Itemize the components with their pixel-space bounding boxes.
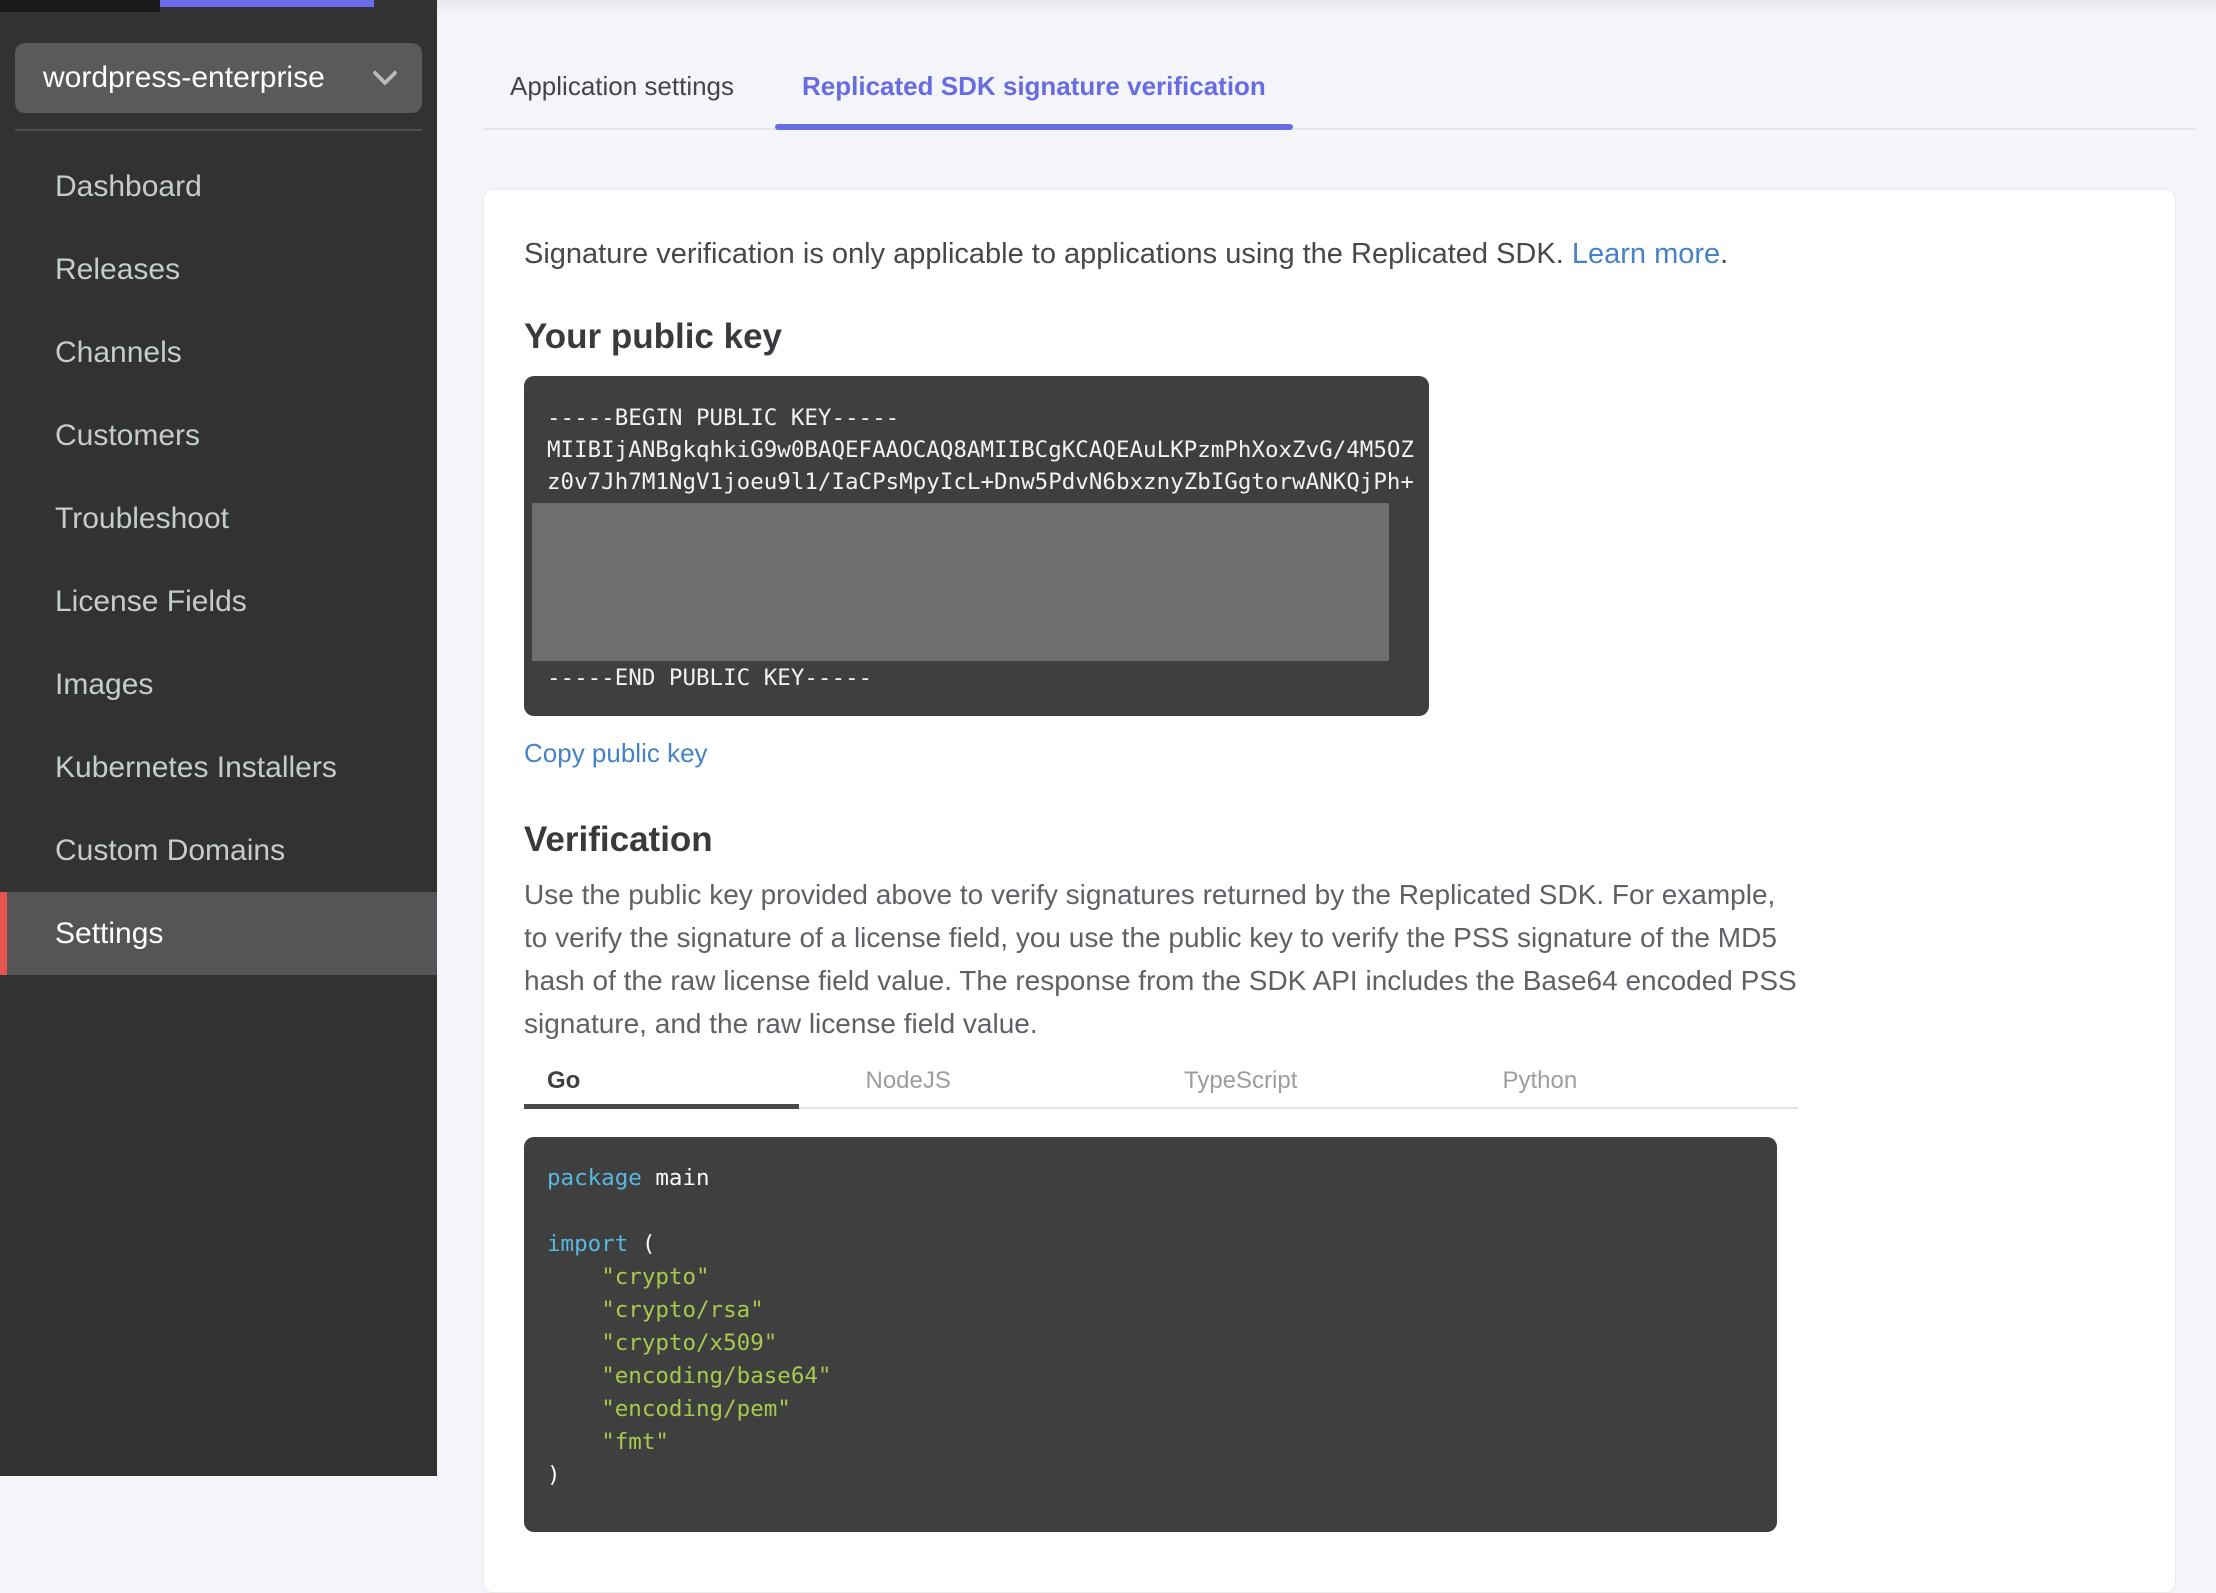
verification-paragraph: Use the public key provided above to ver… — [524, 879, 1797, 1039]
settings-tabs: Application settings Replicated SDK sign… — [483, 57, 2196, 130]
sidebar-item-kubernetes-installers[interactable]: Kubernetes Installers — [0, 726, 437, 809]
signature-verification-card: Signature verification is only applicabl… — [483, 189, 2176, 1593]
sidebar-divider — [15, 129, 422, 131]
sidebar-item-license-fields[interactable]: License Fields — [0, 560, 437, 643]
key-line: MIIBIjANBgkqhkiG9w0BAQEFAAOCAQ8AMIIBCgKC… — [547, 437, 1414, 463]
intro-sentence: Signature verification is only applicabl… — [524, 238, 1564, 270]
sidebar-nav: Dashboard Releases Channels Customers Troubl… — [0, 145, 437, 975]
code-line: "encoding/base64" — [601, 1363, 832, 1389]
top-accent-bar — [160, 0, 374, 7]
app-selector-label: wordpress-enterprise — [43, 61, 325, 94]
chevron-down-icon — [372, 60, 398, 86]
top-left-strip — [0, 0, 160, 12]
code-line: import ( — [547, 1231, 656, 1257]
app-selector-dropdown[interactable]: wordpress-enterprise — [15, 43, 422, 113]
public-key-block[interactable]: -----BEGIN PUBLIC KEY----- MIIBIjANBgkqh… — [524, 376, 1429, 716]
language-tab-typescript[interactable]: TypeScript — [1161, 1065, 1480, 1107]
tab-sdk-signature-verification[interactable]: Replicated SDK signature verification — [775, 57, 1293, 130]
tab-application-settings[interactable]: Application settings — [483, 57, 761, 128]
sidebar-item-customers[interactable]: Customers — [0, 394, 437, 477]
key-begin-line: -----BEGIN PUBLIC KEY----- — [547, 405, 900, 431]
sidebar-item-dashboard[interactable]: Dashboard — [0, 145, 437, 228]
code-line: "fmt" — [601, 1429, 669, 1455]
key-end-line: -----END PUBLIC KEY----- — [547, 665, 873, 691]
intro-text: Signature verification is only applicabl… — [524, 236, 2135, 272]
sidebar-item-settings[interactable]: Settings — [0, 892, 437, 975]
sidebar: wordpress-enterprise Dashboard Releases Ch… — [0, 0, 437, 1476]
language-tab-go[interactable]: Go — [524, 1065, 843, 1109]
code-line: "crypto/rsa" — [601, 1297, 764, 1323]
sidebar-item-releases[interactable]: Releases — [0, 228, 437, 311]
sidebar-item-channels[interactable]: Channels — [0, 311, 437, 394]
learn-more-link[interactable]: Learn more — [1572, 238, 1720, 270]
key-line: z0v7Jh7M1NgV1joeu9l1/IaCPsMpyIcL+Dnw5Pdv… — [547, 469, 1414, 495]
language-tab-python[interactable]: Python — [1480, 1065, 1799, 1107]
copy-public-key-link[interactable]: Copy public key — [524, 738, 708, 769]
sidebar-item-custom-domains[interactable]: Custom Domains — [0, 809, 437, 892]
code-line: "crypto" — [601, 1264, 710, 1290]
code-sample-block[interactable]: package main import ( "crypto" "crypto/r… — [524, 1137, 1777, 1532]
public-key-heading: Your public key — [524, 317, 783, 356]
verification-heading: Verification — [524, 820, 713, 859]
code-line: "encoding/pem" — [601, 1396, 791, 1422]
code-line: "crypto/x509" — [601, 1330, 778, 1356]
language-tabs: Go NodeJS TypeScript Python — [524, 1065, 1798, 1109]
intro-suffix: . — [1720, 238, 1729, 270]
main-area: Application settings Replicated SDK sign… — [437, 0, 2216, 1593]
code-line: package main — [547, 1165, 710, 1191]
key-hidden-selection — [532, 503, 1389, 661]
sidebar-item-images[interactable]: Images — [0, 643, 437, 726]
language-tab-nodejs[interactable]: NodeJS — [843, 1065, 1162, 1107]
sidebar-item-troubleshoot[interactable]: Troubleshoot — [0, 477, 437, 560]
